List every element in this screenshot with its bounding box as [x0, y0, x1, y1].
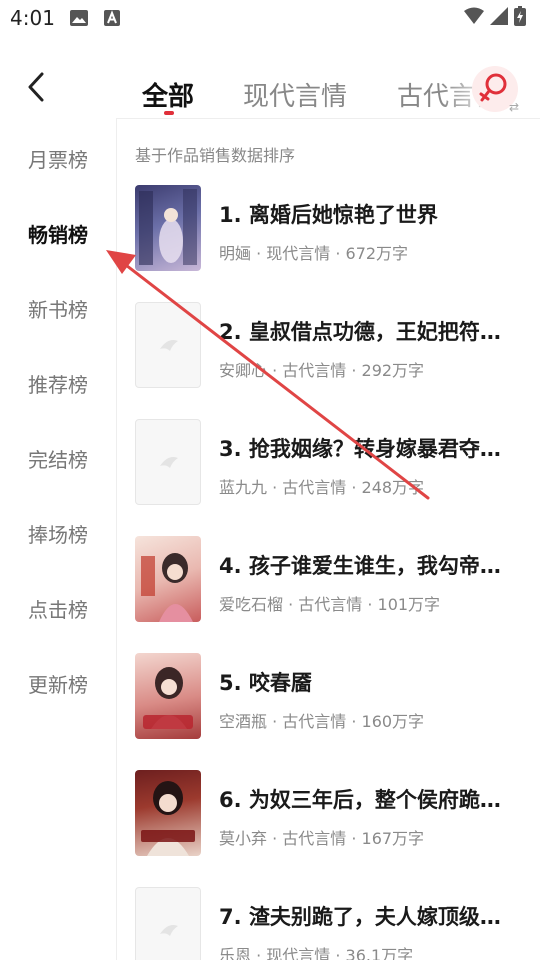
- book-meta: 蓝九九 · 古代言情 · 248万字: [219, 478, 425, 497]
- placeholder-logo-icon: [160, 925, 178, 936]
- tab-all[interactable]: 全部: [142, 76, 194, 113]
- book-cover: [135, 770, 201, 856]
- active-tab-indicator: [164, 111, 174, 115]
- top-nav: 全部 现代言情 古代言情 ⇄: [0, 56, 540, 119]
- book-title: 7. 渣夫别跪了，夫人嫁顶级大佬了: [219, 905, 519, 929]
- book-cover-placeholder: [135, 302, 201, 388]
- book-cover-placeholder: [135, 887, 201, 960]
- book-item[interactable]: 3. 抢我姻缘？转身嫁暴君夺后位 蓝九九 · 古代言情 · 248万字: [135, 419, 535, 509]
- book-meta: 明婳 · 现代言情 · 672万字: [219, 244, 409, 263]
- status-time: 4:01: [10, 6, 55, 30]
- book-meta: 乐恩 · 现代言情 · 36.1万字: [219, 946, 414, 960]
- signal-icon: [490, 7, 508, 25]
- book-title: 6. 为奴三年后，整个侯府跪求我原谅: [219, 788, 519, 812]
- sidebar-item-completed[interactable]: 完结榜: [0, 444, 116, 473]
- book-title: 1. 离婚后她惊艳了世界: [219, 203, 438, 227]
- book-title: 2. 皇叔借点功德，王妃把符箓当饭吃: [219, 320, 519, 344]
- status-bar: 4:01: [0, 0, 540, 40]
- book-item[interactable]: 4. 孩子谁爱生谁生，我勾帝心夺凤位 爱吃石榴 · 古代言情 · 101万字: [135, 536, 535, 626]
- book-meta: 爱吃石榴 · 古代言情 · 101万字: [219, 595, 441, 614]
- wifi-icon: [464, 7, 484, 24]
- book-cover: [135, 185, 201, 271]
- placeholder-logo-icon: [160, 457, 178, 468]
- sidebar-item-monthly-ticket[interactable]: 月票榜: [0, 144, 116, 173]
- book-item[interactable]: 6. 为奴三年后，整个侯府跪求我原谅 莫小弃 · 古代言情 · 167万字: [135, 770, 535, 860]
- swap-icon: ⇄: [509, 100, 520, 114]
- book-meta: 空酒瓶 · 古代言情 · 160万字: [219, 712, 425, 731]
- book-title: 5. 咬春靥: [219, 671, 312, 695]
- book-meta: 安卿心 · 古代言情 · 292万字: [219, 361, 425, 380]
- book-item[interactable]: 5. 咬春靥 空酒瓶 · 古代言情 · 160万字: [135, 653, 535, 743]
- sidebar-item-support[interactable]: 捧场榜: [0, 519, 116, 548]
- image-notification-icon: [70, 10, 88, 26]
- placeholder-logo-icon: [160, 340, 178, 351]
- sidebar-item-new-books[interactable]: 新书榜: [0, 294, 116, 323]
- sidebar-item-bestseller[interactable]: 畅销榜: [0, 219, 116, 248]
- rank-sidebar: 月票榜 畅销榜 新书榜 推荐榜 完结榜 捧场榜 点击榜 更新榜: [0, 118, 117, 960]
- book-item[interactable]: 7. 渣夫别跪了，夫人嫁顶级大佬了 乐恩 · 现代言情 · 36.1万字: [135, 887, 535, 960]
- font-notification-icon: [104, 10, 120, 26]
- book-cover: [135, 536, 201, 622]
- sidebar-item-recommended[interactable]: 推荐榜: [0, 369, 116, 398]
- book-title: 3. 抢我姻缘？转身嫁暴君夺后位: [219, 437, 519, 461]
- book-cover-placeholder: [135, 419, 201, 505]
- back-icon[interactable]: [22, 70, 52, 104]
- book-title: 4. 孩子谁爱生谁生，我勾帝心夺凤位: [219, 554, 519, 578]
- sidebar-item-clicks[interactable]: 点击榜: [0, 594, 116, 623]
- battery-icon: [514, 6, 526, 26]
- book-list: 基于作品销售数据排序 1. 离婚后她惊艳了世界 明婳 · 现代言情 · 672万…: [117, 118, 540, 960]
- status-icons: [464, 6, 526, 26]
- book-item[interactable]: 1. 离婚后她惊艳了世界 明婳 · 现代言情 · 672万字: [135, 185, 535, 275]
- book-cover: [135, 653, 201, 739]
- tab-modern-romance[interactable]: 现代言情: [243, 76, 347, 113]
- book-item[interactable]: 2. 皇叔借点功德，王妃把符箓当饭吃 安卿心 · 古代言情 · 292万字: [135, 302, 535, 392]
- sidebar-item-updates[interactable]: 更新榜: [0, 669, 116, 698]
- book-meta: 莫小弃 · 古代言情 · 167万字: [219, 829, 425, 848]
- list-hint: 基于作品销售数据排序: [135, 146, 296, 165]
